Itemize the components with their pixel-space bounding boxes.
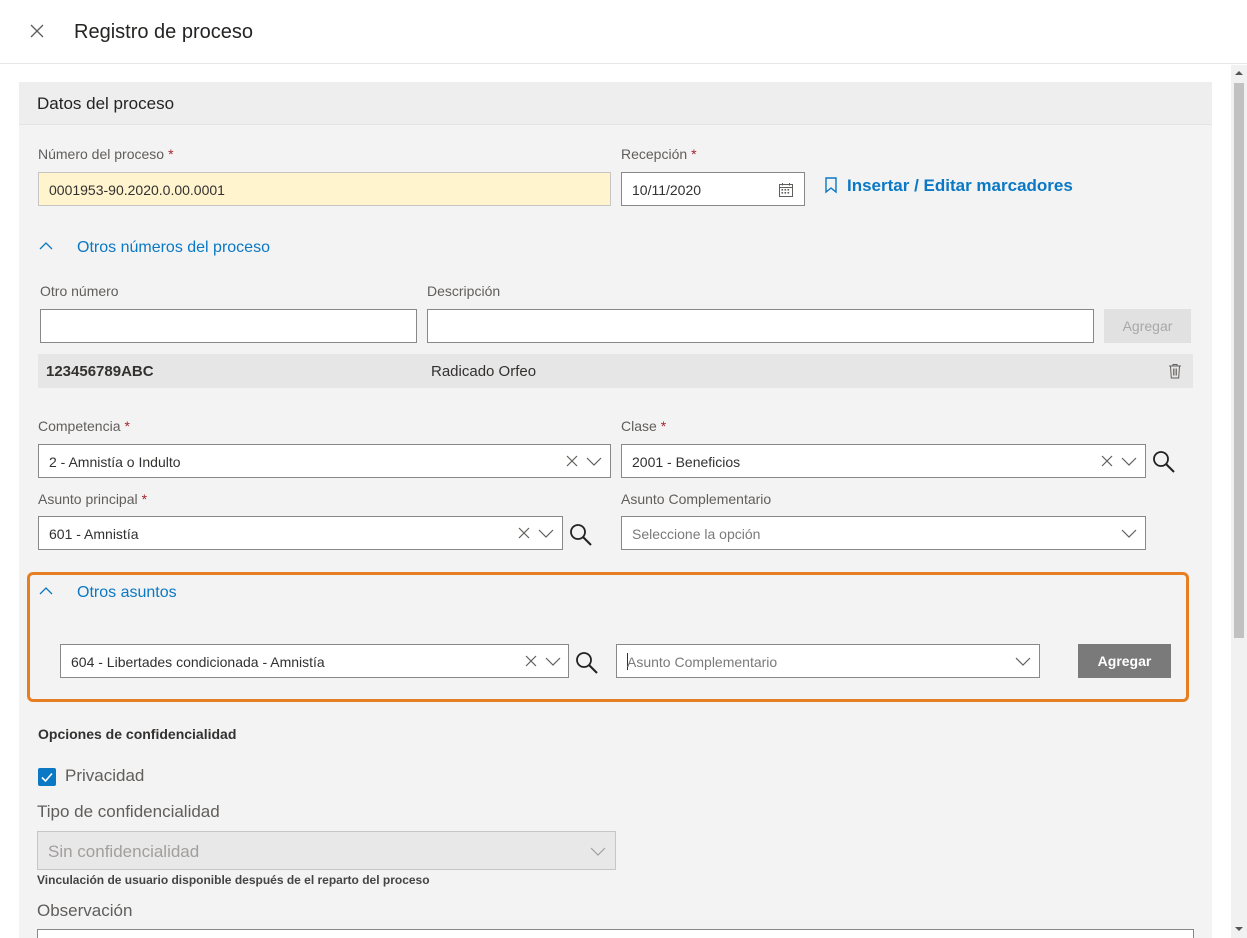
close-icon[interactable] bbox=[26, 20, 48, 42]
privacidad-label: Privacidad bbox=[65, 766, 145, 785]
recepcion-label: Recepción * bbox=[621, 146, 697, 162]
confidencialidad-title: Opciones de confidencialidad bbox=[38, 726, 237, 742]
descripcion-input[interactable] bbox=[427, 309, 1094, 343]
calendar-icon[interactable] bbox=[778, 182, 794, 198]
chevron-down-icon[interactable] bbox=[586, 455, 602, 467]
chevron-down-icon[interactable] bbox=[1121, 527, 1137, 539]
agregar-numero-button[interactable]: Agregar bbox=[1104, 309, 1191, 343]
dialog-header: Registro de proceso bbox=[0, 0, 1247, 64]
bookmark-icon[interactable] bbox=[823, 176, 839, 194]
tipo-confidencialidad-select[interactable]: Sin confidencialidad bbox=[37, 831, 616, 870]
chevron-down-icon[interactable] bbox=[590, 845, 606, 857]
row-descripcion: Radicado Orfeo bbox=[431, 363, 537, 380]
clear-icon[interactable] bbox=[1100, 454, 1114, 468]
chevron-down-icon[interactable] bbox=[538, 527, 554, 539]
scroll-down-arrow-icon[interactable] bbox=[1235, 925, 1243, 933]
chevron-down-icon[interactable] bbox=[1121, 455, 1137, 467]
row-numero: 123456789ABC bbox=[46, 363, 154, 380]
chevron-up-icon[interactable] bbox=[39, 241, 53, 251]
search-icon[interactable] bbox=[568, 522, 594, 548]
trash-icon[interactable] bbox=[1168, 363, 1182, 379]
otros-asuntos-toggle[interactable]: Otros asuntos bbox=[77, 584, 177, 602]
observacion-textarea[interactable] bbox=[37, 929, 1194, 938]
numero-label: Número del proceso * bbox=[38, 146, 174, 162]
dialog-title: Registro de proceso bbox=[74, 21, 253, 43]
asunto-principal-select[interactable]: 601 - Amnistía bbox=[38, 516, 563, 550]
clase-label: Clase * bbox=[621, 418, 667, 434]
vertical-scrollbar[interactable] bbox=[1231, 65, 1247, 938]
chevron-down-icon[interactable] bbox=[545, 655, 561, 667]
checkmark-icon bbox=[41, 772, 53, 783]
competencia-label: Competencia * bbox=[38, 418, 130, 434]
panel-title: Datos del proceso bbox=[37, 94, 175, 113]
scrollbar-thumb[interactable] bbox=[1234, 83, 1244, 638]
recepcion-date-input[interactable]: 10/11/2020 bbox=[621, 172, 805, 206]
otro-numero-input[interactable] bbox=[40, 309, 417, 343]
table-row: 123456789ABC Radicado Orfeo bbox=[38, 354, 1193, 388]
asunto-principal-label: Asunto principal * bbox=[38, 491, 148, 507]
otro-asunto-select[interactable]: 604 - Libertades condicionada - Amnistía bbox=[60, 644, 569, 678]
chevron-down-icon[interactable] bbox=[1015, 655, 1031, 667]
clear-icon[interactable] bbox=[565, 454, 579, 468]
panel-header: Datos del proceso bbox=[19, 82, 1212, 125]
asunto-complementario-label: Asunto Complementario bbox=[621, 491, 772, 507]
search-icon[interactable] bbox=[574, 650, 600, 676]
datos-panel: Datos del proceso Número del proceso * 00… bbox=[19, 82, 1212, 938]
competencia-select[interactable]: 2 - Amnistía o Indulto bbox=[38, 444, 611, 478]
otro-asunto-complementario-select[interactable]: Asunto Complementario bbox=[616, 644, 1040, 678]
asunto-complementario-select[interactable]: Seleccione la opción bbox=[621, 516, 1146, 550]
scroll-up-arrow-icon[interactable] bbox=[1235, 69, 1243, 77]
agregar-asunto-button[interactable]: Agregar bbox=[1078, 644, 1171, 678]
otros-numeros-toggle[interactable]: Otros números del proceso bbox=[77, 239, 270, 257]
observacion-label: Observación bbox=[37, 901, 133, 920]
search-icon[interactable] bbox=[1151, 449, 1177, 475]
vinculacion-help-text: Vinculación de usuario disponible despué… bbox=[37, 873, 430, 887]
chevron-up-icon[interactable] bbox=[39, 586, 53, 596]
tipo-confidencialidad-label: Tipo de confidencialidad bbox=[37, 802, 220, 821]
otro-numero-label: Otro número bbox=[40, 283, 119, 299]
numero-proceso-input[interactable]: 0001953-90.2020.0.00.0001 bbox=[38, 172, 611, 206]
clear-icon[interactable] bbox=[517, 526, 531, 540]
descripcion-label: Descripción bbox=[427, 283, 501, 299]
form-scroll-area: Datos del proceso Número del proceso * 00… bbox=[0, 65, 1247, 938]
privacidad-checkbox[interactable] bbox=[38, 768, 56, 786]
clase-select[interactable]: 2001 - Beneficios bbox=[621, 444, 1146, 478]
clear-icon[interactable] bbox=[524, 654, 538, 668]
otros-asuntos-highlight bbox=[27, 572, 1189, 702]
insertar-marcadores-link[interactable]: Insertar / Editar marcadores bbox=[847, 176, 1073, 196]
